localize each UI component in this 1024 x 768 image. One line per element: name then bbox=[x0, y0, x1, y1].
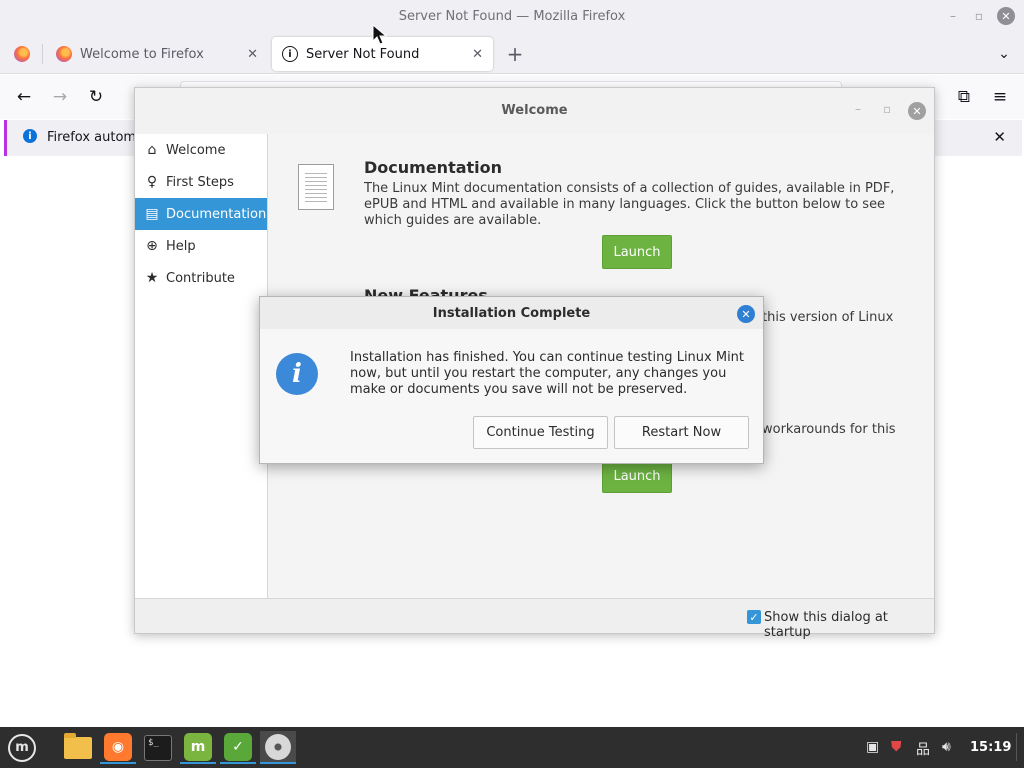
notification-close-icon[interactable]: ✕ bbox=[993, 128, 1006, 146]
info-icon: i bbox=[23, 129, 37, 143]
mintinstall-icon: m bbox=[184, 732, 212, 761]
installer-launcher[interactable] bbox=[260, 731, 296, 764]
show-at-startup-label: Show this dialog at startup bbox=[764, 610, 888, 640]
sidebar-item-documentation[interactable]: ▤ Documentation bbox=[135, 198, 267, 230]
sidebar-item-label: Documentation bbox=[166, 206, 267, 222]
mouse-pointer-icon bbox=[372, 24, 388, 45]
extensions-icon[interactable]: ⧉ bbox=[952, 85, 976, 109]
pinned-tab[interactable] bbox=[4, 37, 40, 71]
home-icon: ⌂ bbox=[147, 142, 157, 158]
taskbar: m ◉ $_ m ✓ ▣ ⛊ 品 🔊︎ 15:19 bbox=[0, 727, 1024, 768]
tab-close-icon[interactable]: ✕ bbox=[472, 47, 483, 62]
tab-label: Welcome to Firefox bbox=[80, 46, 204, 62]
dialog-close-button[interactable]: ✕ bbox=[737, 305, 755, 323]
close-window-button[interactable]: ✕ bbox=[997, 7, 1015, 25]
terminal-launcher[interactable]: $_ bbox=[140, 731, 176, 764]
minimize-button[interactable]: – bbox=[944, 7, 962, 25]
continue-testing-button[interactable]: Continue Testing bbox=[473, 416, 608, 449]
info-icon: i bbox=[282, 46, 298, 62]
volume-icon[interactable]: 🔊︎ bbox=[942, 739, 951, 755]
mintupdate-launcher[interactable]: ✓ bbox=[220, 731, 256, 764]
sidebar-item-label: Welcome bbox=[166, 142, 226, 158]
mintupdate-icon: ✓ bbox=[224, 732, 252, 761]
lifebuoy-icon: ⊕ bbox=[146, 238, 158, 254]
reload-button[interactable]: ↻ bbox=[84, 85, 108, 109]
lightbulb-icon: ♀ bbox=[146, 174, 158, 190]
dialog-titlebar: Installation Complete ✕ bbox=[260, 297, 763, 329]
files-icon bbox=[64, 732, 92, 759]
menu-icon[interactable]: ≡ bbox=[988, 85, 1012, 109]
firefox-launcher[interactable]: ◉ bbox=[100, 731, 136, 764]
window-title: Server Not Found — Mozilla Firefox bbox=[398, 9, 626, 24]
firefox-titlebar: Server Not Found — Mozilla Firefox – ▫ ✕ bbox=[0, 0, 1024, 34]
back-button[interactable]: ← bbox=[12, 85, 36, 109]
disc-icon bbox=[265, 733, 291, 760]
tab-bar: Welcome to Firefox ✕ i Server Not Found … bbox=[0, 34, 1024, 74]
list-all-tabs-button[interactable]: ⌄ bbox=[992, 42, 1016, 66]
welcome-title: Welcome bbox=[501, 103, 568, 118]
clipboard-icon[interactable]: ▣ bbox=[866, 739, 879, 755]
welcome-footer: ✓ Show this dialog at startup bbox=[135, 599, 934, 640]
installation-complete-dialog: Installation Complete ✕ i Installation h… bbox=[259, 296, 764, 464]
maximize-button[interactable]: ▫ bbox=[970, 7, 988, 25]
mint-menu-icon: m bbox=[8, 733, 36, 762]
terminal-icon: $_ bbox=[144, 734, 172, 761]
dialog-message: Installation has finished. You can conti… bbox=[350, 350, 745, 397]
sidebar-item-label: Contribute bbox=[166, 270, 235, 286]
notification-text: Firefox automa bbox=[47, 130, 145, 145]
minimize-button[interactable]: – bbox=[855, 102, 861, 116]
files-launcher[interactable] bbox=[60, 731, 96, 764]
firefox-icon bbox=[56, 46, 72, 62]
documentation-text: The Linux Mint documentation consists of… bbox=[364, 181, 895, 228]
sidebar-item-first-steps[interactable]: ♀ First Steps bbox=[135, 166, 267, 198]
dialog-title: Installation Complete bbox=[432, 306, 591, 321]
document-icon bbox=[298, 164, 334, 210]
tab-label: Server Not Found bbox=[306, 46, 420, 62]
shield-icon[interactable]: ⛊ bbox=[891, 739, 902, 755]
forward-button[interactable]: → bbox=[48, 85, 72, 109]
clock[interactable]: 15:19 bbox=[970, 740, 1011, 755]
documentation-launch-button[interactable]: Launch bbox=[602, 235, 672, 269]
new-features-text: this version of Linux bbox=[762, 310, 894, 325]
restart-now-button[interactable]: Restart Now bbox=[614, 416, 749, 449]
mintinstall-launcher[interactable]: m bbox=[180, 731, 216, 764]
sidebar-item-welcome[interactable]: ⌂ Welcome bbox=[135, 134, 267, 166]
sidebar-item-help[interactable]: ⊕ Help bbox=[135, 230, 267, 262]
new-tab-button[interactable]: + bbox=[503, 42, 527, 66]
welcome-titlebar: Welcome – ▫ ✕ bbox=[135, 88, 934, 134]
documentation-title: Documentation bbox=[364, 158, 503, 177]
book-icon: ▤ bbox=[145, 206, 159, 222]
tab-separator bbox=[42, 44, 43, 64]
firefox-icon: ◉ bbox=[104, 732, 132, 761]
network-icon[interactable]: 品 bbox=[916, 739, 930, 759]
sidebar-item-contribute[interactable]: ★ Contribute bbox=[135, 262, 267, 294]
tab-close-icon[interactable]: ✕ bbox=[247, 47, 258, 62]
sidebar-item-label: First Steps bbox=[166, 174, 234, 190]
release-notes-launch-button[interactable]: Launch bbox=[602, 459, 672, 493]
sidebar-item-label: Help bbox=[166, 238, 196, 254]
release-notes-text: workarounds for this bbox=[762, 422, 896, 437]
show-at-startup-checkbox[interactable]: ✓ bbox=[747, 610, 761, 624]
info-icon: i bbox=[276, 353, 318, 395]
close-window-button[interactable]: ✕ bbox=[908, 102, 926, 120]
star-icon: ★ bbox=[145, 270, 159, 286]
firefox-icon bbox=[14, 46, 30, 62]
tab-welcome-to-firefox[interactable]: Welcome to Firefox ✕ bbox=[46, 37, 268, 71]
maximize-button[interactable]: ▫ bbox=[883, 102, 891, 116]
welcome-sidebar: ⌂ Welcome ♀ First Steps ▤ Documentation … bbox=[135, 134, 268, 599]
show-desktop-button[interactable] bbox=[1016, 733, 1017, 761]
mint-menu-button[interactable]: m bbox=[4, 731, 40, 764]
